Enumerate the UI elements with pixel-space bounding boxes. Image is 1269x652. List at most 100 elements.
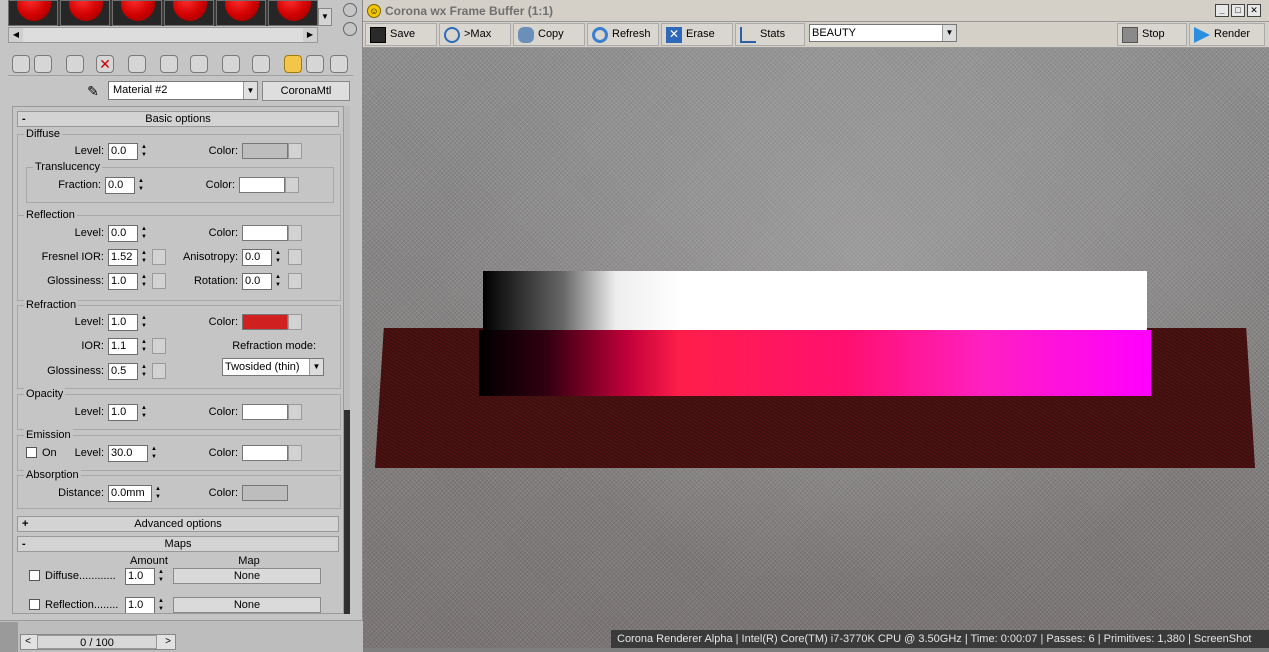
put-to-scene-icon[interactable] <box>34 55 52 73</box>
rotation-value[interactable]: 0.0 <box>242 273 272 290</box>
material-id-icon[interactable] <box>190 55 208 73</box>
opacity-level-spinner[interactable]: 1.0 ▲ ▼ <box>108 404 152 421</box>
go-to-parent-icon[interactable] <box>284 55 302 73</box>
time-slider[interactable]: < 0 / 100 > <box>20 634 176 650</box>
basic-options-header[interactable]: - Basic options <box>17 111 339 127</box>
spinner-arrows-icon[interactable]: ▲ ▼ <box>153 485 163 502</box>
diffuse-level-value[interactable]: 0.0 <box>108 143 138 160</box>
timeline-next-button[interactable]: > <box>161 635 175 649</box>
refresh-button[interactable]: Refresh <box>587 23 659 46</box>
spinner-arrows-icon[interactable]: ▲ ▼ <box>156 597 166 613</box>
diffuse-map-amount[interactable]: 1.0 <box>125 568 155 585</box>
absorption-color-swatch[interactable] <box>242 485 288 501</box>
emission-on-checkbox[interactable] <box>26 447 37 458</box>
translucency-color-swatch[interactable] <box>239 177 285 193</box>
slots-horizontal-scrollbar[interactable]: ◀ ▶ <box>8 27 318 43</box>
anisotropy-map-button[interactable] <box>288 249 302 265</box>
refraction-glossiness-map-button[interactable] <box>152 363 166 379</box>
diffuse-map-slot-button[interactable]: None <box>173 568 321 584</box>
refraction-glossiness-spinner[interactable]: 0.5 ▲ ▼ <box>108 363 152 380</box>
refraction-level-spinner[interactable]: 1.0 ▲ ▼ <box>108 314 152 331</box>
reflection-level-spinner[interactable]: 0.0 ▲ ▼ <box>108 225 152 242</box>
rollout-scrollbar-thumb[interactable] <box>344 410 350 614</box>
emission-level-value[interactable]: 30.0 <box>108 445 148 462</box>
maximize-icon[interactable]: □ <box>1231 4 1245 17</box>
minimize-icon[interactable]: _ <box>1215 4 1229 17</box>
timeline-frame-label[interactable]: 0 / 100 <box>37 635 157 649</box>
diffuse-color-swatch[interactable] <box>242 143 288 159</box>
copy-button[interactable]: Copy <box>513 23 585 46</box>
show-end-result-icon[interactable] <box>252 55 270 73</box>
slots-scroll-down-button[interactable]: ▼ <box>318 8 332 26</box>
stats-button[interactable]: Stats <box>735 23 805 46</box>
chevron-down-icon[interactable]: ▼ <box>942 25 956 41</box>
reflection-map-slot-button[interactable]: None <box>173 597 321 613</box>
scroll-left-icon[interactable]: ◀ <box>9 28 23 42</box>
reflection-glossiness-map-button[interactable] <box>152 273 166 289</box>
reflection-map-checkbox[interactable] <box>29 599 40 610</box>
spinner-arrows-icon[interactable]: ▲ ▼ <box>139 338 149 355</box>
chevron-down-icon[interactable]: ▼ <box>243 82 257 99</box>
absorption-distance-spinner[interactable]: 0.0mm ▲ ▼ <box>108 485 166 502</box>
material-type-button[interactable]: CoronaMtl <box>262 81 350 101</box>
emission-color-swatch[interactable] <box>242 445 288 461</box>
fresnel-ior-value[interactable]: 1.52 <box>108 249 138 266</box>
delete-icon[interactable]: ✕ <box>96 55 114 73</box>
opacity-map-button[interactable] <box>288 404 302 420</box>
ior-map-button[interactable] <box>152 338 166 354</box>
material-slot[interactable] <box>112 0 162 26</box>
diffuse-map-amount-spinner[interactable]: 1.0 ▲ ▼ <box>125 568 169 585</box>
translucency-fraction-spinner[interactable]: 0.0 ▲ ▼ <box>105 177 149 194</box>
pick-material-icon[interactable] <box>330 55 348 73</box>
anisotropy-spinner[interactable]: 0.0 ▲ ▼ <box>242 249 286 266</box>
emission-map-button[interactable] <box>288 445 302 461</box>
spinner-arrows-icon[interactable]: ▲ ▼ <box>273 249 283 266</box>
rotation-map-button[interactable] <box>288 273 302 289</box>
material-slot[interactable] <box>164 0 214 26</box>
reflection-map-amount-spinner[interactable]: 1.0 ▲ ▼ <box>125 597 169 613</box>
material-name-dropdown[interactable]: Material #2 ▼ <box>108 81 258 100</box>
close-icon[interactable]: ✕ <box>1247 4 1261 17</box>
render-channel-dropdown[interactable]: BEAUTY ▼ <box>809 24 957 42</box>
show-in-viewport-icon[interactable] <box>222 55 240 73</box>
put-to-library-icon[interactable] <box>160 55 178 73</box>
maps-header[interactable]: - Maps <box>17 536 339 552</box>
advanced-options-header[interactable]: + Advanced options <box>17 516 339 532</box>
spinner-arrows-icon[interactable]: ▲ ▼ <box>139 273 149 290</box>
refraction-map-button[interactable] <box>288 314 302 330</box>
diffuse-map-checkbox[interactable] <box>29 570 40 581</box>
reflection-level-value[interactable]: 0.0 <box>108 225 138 242</box>
rotation-spinner[interactable]: 0.0 ▲ ▼ <box>242 273 286 290</box>
reflection-glossiness-value[interactable]: 1.0 <box>108 273 138 290</box>
emission-level-spinner[interactable]: 30.0 ▲ ▼ <box>108 445 162 462</box>
spinner-arrows-icon[interactable]: ▲ ▼ <box>149 445 159 462</box>
material-slot[interactable] <box>60 0 110 26</box>
max-button[interactable]: >Max <box>439 23 511 46</box>
material-slot[interactable] <box>216 0 266 26</box>
go-forward-sibling-icon[interactable] <box>306 55 324 73</box>
refraction-level-value[interactable]: 1.0 <box>108 314 138 331</box>
diffuse-level-spinner[interactable]: 0.0 ▲ ▼ <box>108 143 152 160</box>
fresnel-ior-map-button[interactable] <box>152 249 166 265</box>
render-image[interactable] <box>363 48 1269 648</box>
timeline-prev-button[interactable]: < <box>21 635 35 649</box>
spinner-arrows-icon[interactable]: ▲ ▼ <box>139 249 149 266</box>
absorption-distance-value[interactable]: 0.0mm <box>108 485 152 502</box>
stop-button[interactable]: Stop <box>1117 23 1187 46</box>
opacity-color-swatch[interactable] <box>242 404 288 420</box>
render-button[interactable]: Render <box>1189 23 1265 46</box>
spinner-arrows-icon[interactable]: ▲ ▼ <box>273 273 283 290</box>
reflection-color-swatch[interactable] <box>242 225 288 241</box>
erase-button[interactable]: ✕ Erase <box>661 23 733 46</box>
chevron-down-icon[interactable]: ▼ <box>309 359 323 375</box>
fresnel-ior-spinner[interactable]: 1.52 ▲ ▼ <box>108 249 152 266</box>
ior-spinner[interactable]: 1.1 ▲ ▼ <box>108 338 152 355</box>
opacity-level-value[interactable]: 1.0 <box>108 404 138 421</box>
translucency-map-button[interactable] <box>285 177 299 193</box>
refraction-glossiness-value[interactable]: 0.5 <box>108 363 138 380</box>
scroll-right-icon[interactable]: ▶ <box>303 28 317 42</box>
anisotropy-value[interactable]: 0.0 <box>242 249 272 266</box>
refraction-color-swatch[interactable] <box>242 314 288 330</box>
save-button[interactable]: Save <box>365 23 437 46</box>
spinner-arrows-icon[interactable]: ▲ ▼ <box>139 143 149 160</box>
